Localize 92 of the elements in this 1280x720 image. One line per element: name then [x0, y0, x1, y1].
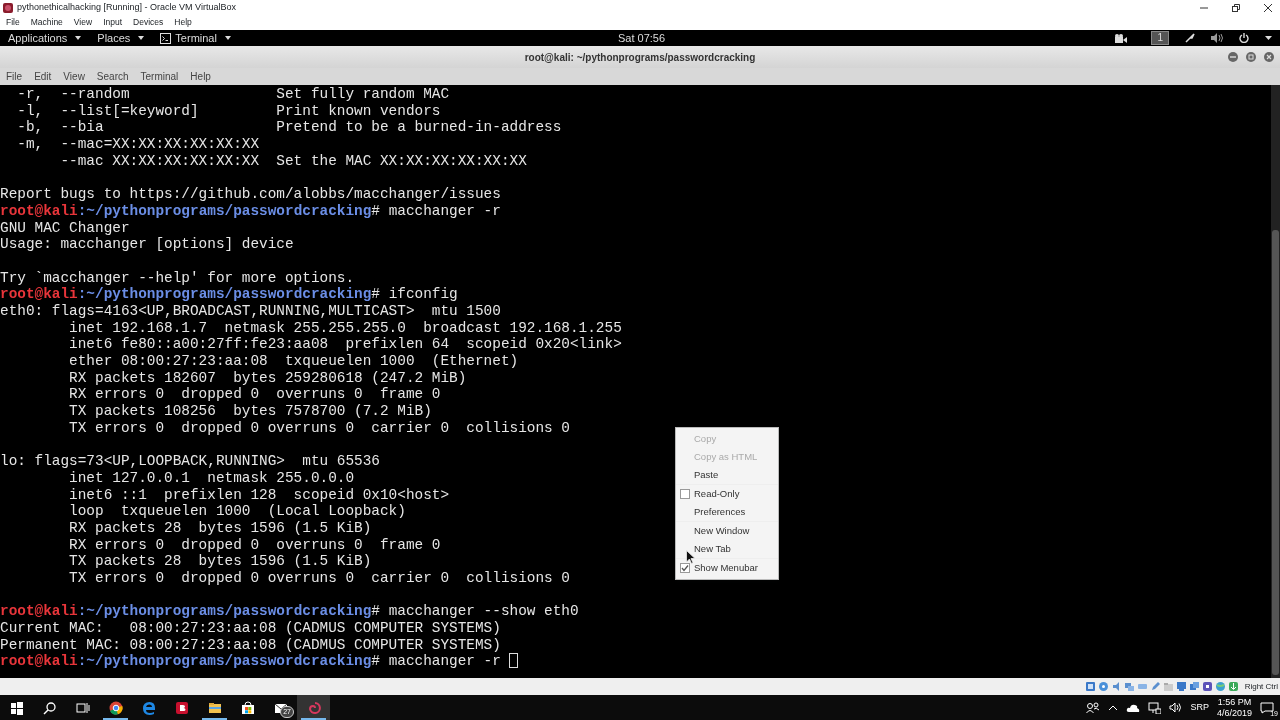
cloud-icon[interactable] — [1126, 703, 1141, 712]
menu-item[interactable]: File — [6, 16, 20, 29]
close-icon[interactable] — [1264, 3, 1272, 12]
host-key-label: Right Ctrl — [1244, 680, 1278, 693]
output-line: lo: flags=73<UP,LOOPBACK,RUNNING> mtu 65536 — [0, 453, 380, 470]
camera-icon[interactable] — [1115, 33, 1128, 43]
output-line: loop txqueuelen 1000 (Local Loopback) — [68, 503, 406, 520]
workspace-indicator[interactable]: 1 — [1151, 31, 1169, 45]
menu-item[interactable]: View — [63, 69, 85, 84]
output-line: TX errors 0 dropped 0 overruns 0 carrier 0 collisions 0 — [68, 569, 570, 587]
volume-icon[interactable] — [1169, 702, 1183, 713]
maximize-icon[interactable] — [1246, 52, 1256, 62]
output-line: Current MAC: 08:00:27:23:aa:08 (CADMUS COMPUTER SYSTEMS) — [0, 620, 501, 637]
prompt-line: root@kali:~/pythonprograms/passwordcracking# ifconfig — [0, 286, 458, 303]
browser-e-icon[interactable] — [141, 700, 156, 715]
menu-item[interactable]: Help — [174, 16, 192, 29]
audio-icon[interactable] — [1110, 681, 1122, 692]
swirl-icon[interactable] — [306, 700, 321, 715]
window-title: root@kali: ~/pythonprograms/passwordcracking — [524, 50, 756, 65]
tray-time[interactable]: 1:56 PM — [1217, 696, 1252, 708]
scrollbar[interactable] — [1271, 85, 1280, 678]
menu-item[interactable]: View — [73, 16, 93, 29]
clock[interactable]: Sat 07:56 — [618, 29, 666, 47]
menu-item[interactable]: Machine — [30, 16, 63, 29]
prompt-line: root@kali:~/pythonprograms/passwordcracking# macchanger --show eth0 — [0, 603, 579, 620]
checkbox[interactable] — [680, 489, 690, 499]
menu-item[interactable]: Paste — [676, 466, 778, 484]
pen-icon[interactable] — [1149, 681, 1161, 692]
output-line: TX errors 0 dropped 0 overruns 0 carrier 0 collisions 0 — [68, 419, 570, 437]
output-line: Try `macchanger --help' for more options. — [0, 269, 355, 287]
output-line: --mac XX:XX:XX:XX:XX:XX Set the MAC XX:XX:XX:XX:XX:XX — [59, 152, 527, 170]
menu-item-label[interactable]: Show Menubar — [694, 560, 758, 576]
output-line: TX packets 28 bytes 1596 (1.5 KiB) — [68, 553, 372, 570]
folder-icon[interactable] — [207, 700, 222, 715]
people-icon[interactable] — [1086, 701, 1101, 714]
output-line: -r, --random Set fully random MAC — [16, 86, 450, 103]
output-line: -b, --bia Pretend to be a burned-in-address — [16, 119, 562, 137]
shopping-bag-icon[interactable] — [240, 700, 255, 715]
restore-icon[interactable] — [1232, 3, 1240, 12]
mouse-pointer-icon — [686, 550, 695, 564]
menu-item[interactable]: File — [6, 69, 23, 84]
output-line: inet6 ::1 prefixlen 128 scopeid 0x10<host> — [68, 486, 450, 504]
language-indicator[interactable]: SRP — [1190, 700, 1209, 715]
output-line: RX errors 0 dropped 0 overruns 0 frame 0 — [68, 536, 441, 554]
app-icon — [3, 2, 13, 13]
chevron-up-icon[interactable] — [1108, 704, 1119, 711]
output-line: inet 192.168.1.7 netmask 255.255.255.0 broadcast 192.168.1.255 — [68, 319, 622, 337]
menu-item[interactable]: Devices — [133, 16, 164, 29]
output-line: -l, --list[=keyword] Print known vendors — [16, 102, 441, 120]
tray-date[interactable]: 4/6/2019 — [1216, 707, 1252, 719]
output-line: -m, --mac=XX:XX:XX:XX:XX:XX — [16, 136, 260, 153]
screens-icon[interactable] — [1188, 681, 1200, 692]
output-line: Permanent MAC: 08:00:27:23:aa:08 (CADMUS COMPUTER SYSTEMS) — [0, 636, 501, 654]
globe-icon[interactable] — [1214, 681, 1226, 692]
caret-icon[interactable] — [1265, 36, 1272, 40]
menu-item[interactable]: Edit — [34, 69, 52, 84]
power-icon[interactable] — [1239, 33, 1249, 43]
output-line: Usage: macchanger [options] device — [0, 236, 294, 253]
output-line: GNU MAC Changer — [0, 219, 130, 237]
checkbox[interactable] — [680, 563, 690, 573]
prompt-line: root@kali:~/pythonprograms/passwordcracking# macchanger -r — [0, 653, 501, 671]
output-line: RX errors 0 dropped 0 overruns 0 frame 0 — [68, 386, 441, 404]
disc-icon[interactable] — [1097, 681, 1109, 692]
output-line: ether 08:00:27:23:aa:08 txqueuelen 1000 (Ethernet) — [68, 353, 519, 370]
display-icon[interactable] — [1175, 681, 1187, 692]
menu-item[interactable]: New Tab — [676, 540, 778, 558]
menu-item[interactable]: Help — [190, 69, 211, 84]
panel-menu[interactable]: Places — [89, 29, 153, 47]
minimize-icon[interactable] — [1228, 52, 1238, 62]
volume-icon[interactable] — [1211, 33, 1223, 43]
output-line: RX packets 182607 bytes 259280618 (247.2 MiB) — [68, 369, 467, 387]
window-title: pythonethicalhacking [Running] - Oracle VM VirtualBox — [17, 0, 236, 14]
panel-menu[interactable]: Applications — [0, 29, 90, 47]
panel-menu[interactable]: Terminal — [152, 29, 239, 47]
search-icon[interactable] — [42, 700, 57, 715]
prompt-line: root@kali:~/pythonprograms/passwordcracking# macchanger -r — [0, 202, 501, 220]
output-line: RX packets 28 bytes 1596 (1.5 KiB) — [68, 519, 372, 537]
terminal-icon — [160, 32, 172, 44]
output-line: Report bugs to https://github.com/alobbs/macchanger/issues — [0, 186, 501, 203]
output-line: TX packets 108256 bytes 7578700 (7.2 MiB) — [68, 403, 432, 420]
menu-item[interactable]: New Window — [676, 522, 778, 540]
menu-item[interactable]: Input — [103, 16, 123, 29]
browser-icon[interactable] — [108, 700, 123, 715]
menu-item[interactable]: Terminal — [140, 69, 179, 84]
menu-item[interactable]: Preferences — [676, 503, 778, 521]
output-line: inet 127.0.0.1 netmask 255.0.0.0 — [68, 469, 355, 487]
task-view-icon[interactable] — [75, 700, 90, 715]
windows-start-icon[interactable] — [9, 700, 24, 715]
menu-item[interactable]: Search — [96, 69, 129, 84]
menu-item-label[interactable]: Read-Only — [694, 486, 740, 502]
output-line: eth0: flags=4163<UP,BROADCAST,RUNNING,MULTICAST> mtu 1500 — [0, 302, 501, 320]
output-line: inet6 fe80::a00:27ff:fe23:aa08 prefixlen 64 scopeid 0x20<link> — [68, 336, 622, 353]
